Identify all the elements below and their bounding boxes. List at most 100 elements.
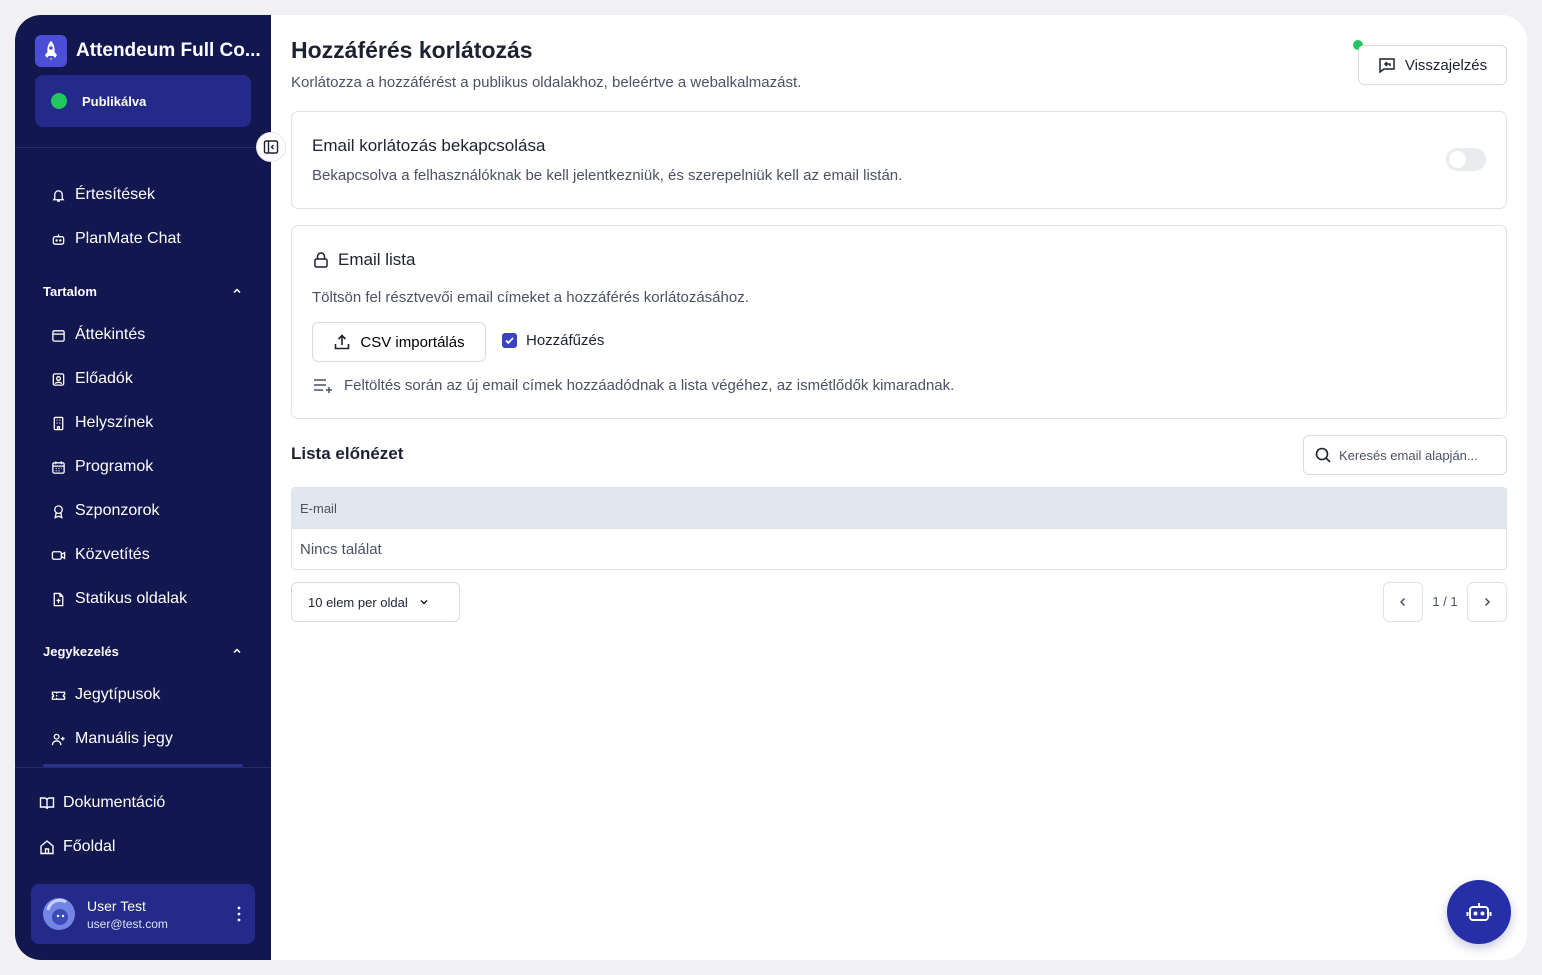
sidebar-item-label: Főoldal [63, 838, 116, 855]
award-icon [54, 504, 63, 519]
section-content-toggle[interactable]: Tartalom [43, 281, 243, 301]
sidebar-item-label: Manuális jegy [75, 730, 173, 747]
feedback-label: Visszajelzés [1404, 56, 1488, 74]
bot-icon [52, 233, 65, 245]
sidebar-item-static-pages[interactable]: Statikus oldalak [51, 585, 187, 613]
file-icon [53, 592, 64, 606]
sidebar-item-docs[interactable]: Dokumentáció [39, 789, 165, 817]
sidebar-item-overview[interactable]: Áttekintés [51, 321, 145, 349]
list-plus-icon [314, 379, 332, 393]
sidebar-item-sponsors[interactable]: Szponzorok [51, 497, 160, 525]
more-vertical-icon[interactable] [237, 904, 241, 924]
page-info: 1 / 1 [1432, 594, 1458, 609]
calendar-days-icon [52, 460, 65, 474]
restriction-description: Bekapcsolva a felhasználóknak be kell je… [312, 167, 903, 184]
sidebar-item-broadcast[interactable]: Közvetítés [51, 541, 150, 569]
sidebar-item-manual-ticket[interactable]: Manuális jegy [51, 725, 173, 753]
sidebar-item-label: Előadók [75, 370, 133, 387]
bot-icon [1466, 903, 1492, 921]
user-info: User Test user@test.com [87, 898, 168, 931]
sidebar-item-speakers[interactable]: Előadók [51, 365, 133, 393]
sidebar-item-label: Értesítések [75, 186, 156, 203]
book-open-icon [39, 797, 55, 810]
email-table: E-mail Nincs találat [291, 487, 1507, 570]
column-email[interactable]: E-mail [300, 501, 337, 516]
user-plus-icon [51, 733, 65, 745]
restriction-toggle[interactable] [1446, 148, 1486, 171]
calendar-icon [52, 329, 65, 342]
prev-page-button[interactable] [1383, 582, 1423, 622]
status-dot [51, 93, 67, 109]
ticket-icon [51, 691, 66, 700]
sidebar-item-notifications[interactable]: Értesítések [51, 181, 155, 209]
sidebar-item-venues[interactable]: Helyszínek [51, 409, 153, 437]
csv-import-label: CSV importálás [360, 333, 465, 351]
publish-status[interactable]: Publikálva [35, 75, 251, 127]
sidebar-item-chat[interactable]: PlanMate Chat [51, 225, 181, 253]
per-page-select[interactable]: 10 elem per oldal [291, 582, 460, 622]
next-page-button[interactable] [1467, 582, 1507, 622]
user-email: user@test.com [87, 916, 168, 931]
sidebar-item-label: Közvetítés [75, 546, 150, 563]
device-frame: Attendeum Full Co... Publikálva Értesíté… [0, 0, 1542, 975]
user-profile[interactable]: User Test user@test.com [31, 884, 255, 944]
brand[interactable]: Attendeum Full Co... [35, 35, 261, 67]
home-icon [40, 840, 54, 855]
sidebar: Attendeum Full Co... Publikálva Értesíté… [15, 15, 271, 960]
sidebar-item-label: Statikus oldalak [75, 590, 188, 607]
append-info-text: Feltöltés során az új email címek hozzáa… [344, 376, 955, 394]
section-title: Tartalom [43, 283, 97, 299]
sidebar-collapse-button[interactable] [256, 132, 286, 162]
append-option[interactable]: Hozzáfűzés [502, 332, 604, 349]
brand-name: Attendeum Full Co... [76, 40, 261, 61]
email-list-header: Email lista [312, 250, 415, 270]
sidebar-item-label: Áttekintés [75, 326, 146, 343]
rocket-icon [35, 35, 67, 67]
assistant-button[interactable] [1447, 880, 1511, 944]
building-icon [53, 416, 64, 430]
csv-import-button[interactable]: CSV importálás [312, 322, 486, 362]
publish-status-label: Publikálva [82, 93, 147, 109]
append-checkbox[interactable] [502, 333, 517, 348]
chevron-left-icon [1399, 597, 1406, 607]
email-list-title: Email lista [338, 250, 416, 269]
page-subtitle: Korlátozza a hozzáférést a publikus olda… [291, 74, 802, 91]
email-restriction-card: Email korlátozás bekapcsolása Bekapcsolv… [291, 111, 1507, 209]
app-window: Attendeum Full Co... Publikálva Értesíté… [15, 15, 1527, 960]
chevron-up-icon [233, 288, 241, 294]
sidebar-item-label: Helyszínek [75, 414, 154, 431]
sidebar-item-home[interactable]: Főoldal [39, 833, 115, 861]
empty-text: Nincs találat [300, 540, 382, 558]
page-title: Hozzáférés korlátozás [291, 37, 533, 63]
section-ticketing-toggle[interactable]: Jegykezelés [43, 641, 243, 661]
sidebar-divider [15, 767, 271, 768]
sidebar-item-label: Dokumentáció [63, 794, 166, 811]
chevron-right-icon [1484, 597, 1491, 607]
table-header: E-mail [292, 488, 1506, 529]
search-field[interactable] [1303, 435, 1507, 475]
bell-icon [52, 189, 65, 202]
feedback-button[interactable]: Visszajelzés [1358, 45, 1507, 85]
list-preview-title: Lista előnézet [291, 444, 404, 463]
email-list-description: Töltsön fel résztvevői email címeket a h… [312, 289, 749, 306]
restriction-title: Email korlátozás bekapcsolása [312, 136, 546, 155]
sidebar-item-programs[interactable]: Programok [51, 453, 153, 481]
chevron-down-icon [420, 599, 428, 605]
avatar [43, 898, 75, 930]
main-content: Hozzáférés korlátozás Korlátozza a hozzá… [271, 15, 1527, 960]
table-empty-row: Nincs találat [292, 529, 1506, 569]
section-title: Jegykezelés [43, 643, 119, 659]
user-square-icon [52, 372, 65, 386]
search-input[interactable] [1339, 447, 1499, 463]
sidebar-item-ticket-types[interactable]: Jegytípusok [51, 681, 160, 709]
lock-icon [314, 252, 328, 268]
sidebar-item-label: Szponzorok [75, 502, 160, 519]
sidebar-divider [15, 147, 271, 148]
panel-left-close-icon [263, 140, 279, 154]
sidebar-item-label: PlanMate Chat [75, 230, 181, 247]
sidebar-item-label: Jegytípusok [75, 686, 161, 703]
message-reply-icon [1379, 58, 1395, 74]
chevron-up-icon [233, 648, 241, 654]
video-icon [51, 550, 66, 560]
upload-icon [335, 334, 350, 350]
